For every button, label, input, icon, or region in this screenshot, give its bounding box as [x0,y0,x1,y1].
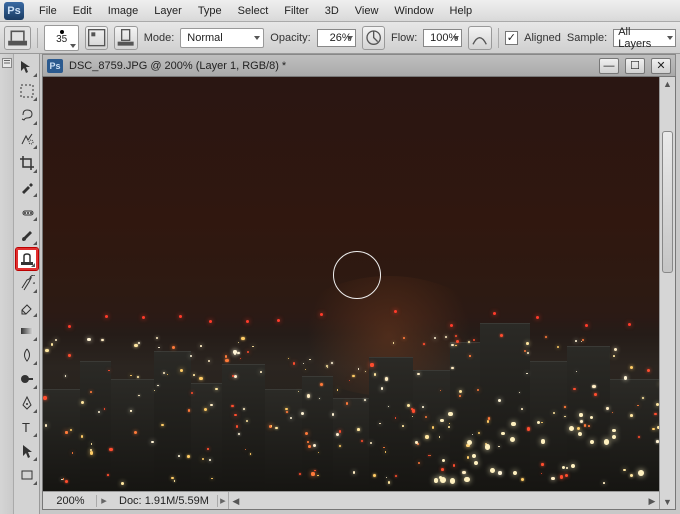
flow-field[interactable]: 100% [423,29,462,47]
quick-select-tool[interactable] [16,128,38,150]
pen-tool[interactable] [16,392,38,414]
status-flyout-icon[interactable]: ▸ [97,494,111,507]
doc-info[interactable]: Doc: 1.91M/5.59M [111,495,218,507]
app-logo: Ps [4,2,24,20]
menu-image[interactable]: Image [101,3,146,19]
svg-text:T: T [22,420,30,435]
move-tool[interactable] [16,56,38,78]
aligned-checkbox[interactable]: ✓ [505,31,519,45]
close-button[interactable]: ✕ [651,58,671,74]
expand-icon [2,58,12,68]
menu-view[interactable]: View [348,3,386,19]
crop-tool[interactable] [16,152,38,174]
flow-label: Flow: [391,32,417,44]
history-brush-tool[interactable] [16,272,38,294]
menu-help[interactable]: Help [443,3,480,19]
document-area: Ps DSC_8759.JPG @ 200% (Layer 1, RGB/8) … [40,54,680,514]
tool-preset-picker[interactable] [4,26,31,50]
brush-panel-toggle[interactable] [85,26,108,50]
rectangle-tool[interactable] [16,464,38,486]
canvas-frame: /* lights added via JS below for brevity… [42,76,676,510]
menubar: Ps File Edit Image Layer Type Select Fil… [0,0,680,22]
dodge-tool[interactable] [16,368,38,390]
airbrush-toggle[interactable] [468,26,491,50]
blur-tool[interactable] [16,344,38,366]
eraser-tool[interactable] [16,296,38,318]
vscroll-thumb[interactable] [662,131,673,272]
zoom-field[interactable]: 200% [43,495,97,507]
horizontal-scrollbar[interactable]: ◀▶ [228,492,659,509]
document-title: DSC_8759.JPG @ 200% (Layer 1, RGB/8) * [69,60,286,72]
eyedropper-tool[interactable] [16,176,38,198]
menu-select[interactable]: Select [231,3,276,19]
menu-3d[interactable]: 3D [318,3,346,19]
maximize-button[interactable]: ☐ [625,58,645,74]
type-tool[interactable]: T [16,416,38,438]
marquee-tool[interactable] [16,80,38,102]
opacity-pressure-toggle[interactable] [362,26,385,50]
brush-tool[interactable] [16,224,38,246]
sample-label: Sample: [567,32,607,44]
sample-dropdown[interactable]: All Layers [613,29,676,47]
opacity-label: Opacity: [270,32,310,44]
doc-info-flyout-icon[interactable]: ▸ [218,494,228,507]
menu-file[interactable]: File [32,3,64,19]
mode-dropdown[interactable]: Normal [180,28,264,48]
status-bar: 200% ▸ Doc: 1.91M/5.59M ▸ ◀▶ [43,491,659,509]
clone-source-panel-toggle[interactable] [114,26,137,50]
spot-heal-tool[interactable] [16,200,38,222]
ps-file-icon: Ps [47,59,63,73]
menu-filter[interactable]: Filter [277,3,315,19]
options-bar: 35 Mode: Normal Opacity: 26% Flow: 100% … [0,22,680,54]
path-select-tool[interactable] [16,440,38,462]
lasso-tool[interactable] [16,104,38,126]
menu-edit[interactable]: Edit [66,3,99,19]
city-lights [43,77,659,491]
menu-window[interactable]: Window [387,3,440,19]
aligned-label: Aligned [524,32,561,44]
gradient-tool[interactable] [16,320,38,342]
opacity-field[interactable]: 26% [317,29,356,47]
vertical-scrollbar[interactable]: ▲ ▼ [659,77,675,509]
brush-preset-picker[interactable]: 35 [44,25,79,51]
document-titlebar: Ps DSC_8759.JPG @ 200% (Layer 1, RGB/8) … [42,54,676,76]
menu-type[interactable]: Type [191,3,229,19]
collapse-gutter[interactable] [0,54,14,514]
clone-stamp-tool[interactable] [16,248,38,270]
canvas[interactable]: /* lights added via JS below for brevity… [43,77,659,491]
menu-layer[interactable]: Layer [147,3,189,19]
mode-label: Mode: [144,32,175,44]
minimize-button[interactable]: — [599,58,619,74]
toolbox: T [14,54,40,514]
